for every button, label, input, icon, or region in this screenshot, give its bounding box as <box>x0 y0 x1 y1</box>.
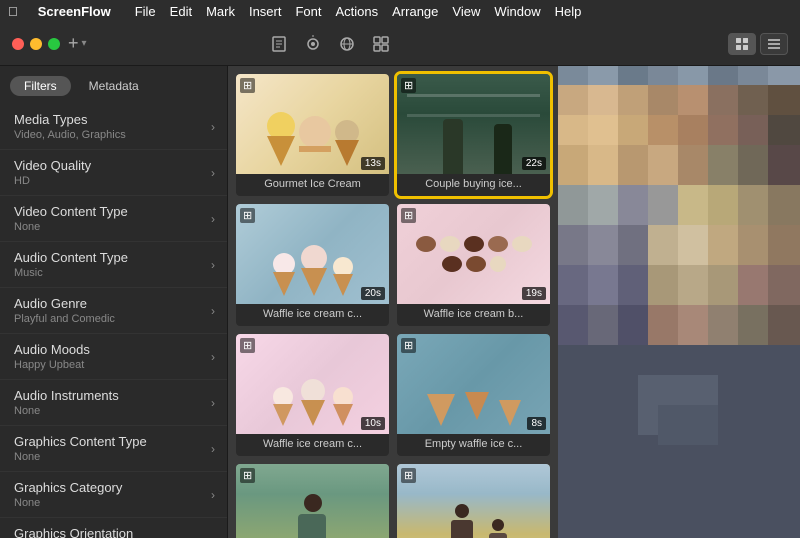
media-thumbnail: ⊞ 23s <box>236 464 389 538</box>
sidebar: Filters Metadata Media Types Video, Audi… <box>0 66 228 538</box>
chevron-right-icon: › <box>211 350 215 364</box>
video-icon-overlay: ⊞ <box>401 78 416 93</box>
apple-menu[interactable]:  <box>8 4 18 19</box>
list-item[interactable]: ⊞ 20s Waffle ice cream c... <box>236 204 389 326</box>
video-icon-overlay: ⊞ <box>240 468 255 483</box>
video-icon-overlay: ⊞ <box>401 338 416 353</box>
chevron-right-icon: › <box>211 442 215 456</box>
video-icon-overlay: ⊞ <box>240 338 255 353</box>
toolbar: + ▾ <box>0 22 800 66</box>
chevron-right-icon: › <box>211 534 215 538</box>
media-title: Gourmet Ice Cream <box>236 174 389 196</box>
list-item[interactable]: ⊞ 23s Woman eating ice... <box>236 464 389 538</box>
sidebar-item-media-types[interactable]: Media Types Video, Audio, Graphics › <box>0 104 227 150</box>
list-item[interactable]: ⊞ 22s Couple buying ice... <box>397 74 550 196</box>
media-thumbnail: ⊞ 19s <box>397 204 550 304</box>
list-view-button[interactable] <box>760 33 788 55</box>
list-item[interactable]: ⊞ 10s Waffle ice cream c... <box>236 334 389 456</box>
sidebar-item-audio-moods[interactable]: Audio Moods Happy Upbeat › <box>0 334 227 380</box>
media-thumbnail: ⊞ 13s <box>236 74 389 174</box>
chevron-right-icon: › <box>211 120 215 134</box>
media-duration: 8s <box>527 417 546 430</box>
media-title: Couple buying ice... <box>397 174 550 196</box>
menu-actions[interactable]: Actions <box>336 4 379 19</box>
main-content: Filters Metadata Media Types Video, Audi… <box>0 66 800 538</box>
menu-edit[interactable]: Edit <box>170 4 192 19</box>
menu-arrange[interactable]: Arrange <box>392 4 438 19</box>
sidebar-tabs: Filters Metadata <box>0 66 227 104</box>
chevron-right-icon: › <box>211 304 215 318</box>
sidebar-item-audio-instruments[interactable]: Audio Instruments None › <box>0 380 227 426</box>
app-name: ScreenFlow <box>38 4 111 19</box>
video-icon-overlay: ⊞ <box>240 78 255 93</box>
grid-view-button[interactable] <box>728 33 756 55</box>
media-grid: ⊞ 13s Gourmet Ice Cream <box>236 74 550 538</box>
view-toggle-buttons <box>728 33 788 55</box>
sidebar-item-video-content-type[interactable]: Video Content Type None › <box>0 196 227 242</box>
menu-window[interactable]: Window <box>494 4 540 19</box>
maximize-button[interactable] <box>48 38 60 50</box>
media-icon-grid[interactable] <box>367 30 395 58</box>
sidebar-item-graphics-orientation[interactable]: Graphics Orientation None › <box>0 518 227 538</box>
chevron-right-icon: › <box>211 166 215 180</box>
media-thumbnail: ⊞ 10s <box>236 334 389 434</box>
tab-metadata[interactable]: Metadata <box>75 76 153 96</box>
tab-filters[interactable]: Filters <box>10 76 71 96</box>
traffic-lights <box>12 38 60 50</box>
add-button[interactable]: + ▾ <box>68 33 87 54</box>
chevron-right-icon: › <box>211 258 215 272</box>
video-icon-overlay: ⊞ <box>401 468 416 483</box>
minimize-button[interactable] <box>30 38 42 50</box>
chocolates-display <box>397 221 550 287</box>
menu-bar:  ScreenFlow File Edit Mark Insert Font … <box>0 0 800 22</box>
close-button[interactable] <box>12 38 24 50</box>
chevron-right-icon: › <box>211 396 215 410</box>
menu-file[interactable]: File <box>135 4 156 19</box>
media-title: Waffle ice cream c... <box>236 434 389 456</box>
menu-font[interactable]: Font <box>295 4 321 19</box>
sidebar-item-graphics-category[interactable]: Graphics Category None › <box>0 472 227 518</box>
plus-icon: + <box>68 33 79 54</box>
add-chevron-icon: ▾ <box>82 38 87 49</box>
media-title: Waffle ice cream b... <box>397 304 550 326</box>
media-duration: 10s <box>361 417 385 430</box>
menu-items: File Edit Mark Insert Font Actions Arran… <box>135 4 582 19</box>
list-item[interactable]: ⊞ 8s Empty waffle ice c... <box>397 334 550 456</box>
menu-view[interactable]: View <box>452 4 480 19</box>
media-icon-document[interactable] <box>265 30 293 58</box>
media-type-buttons <box>265 30 395 58</box>
sidebar-item-audio-genre[interactable]: Audio Genre Playful and Comedic › <box>0 288 227 334</box>
menu-help[interactable]: Help <box>555 4 582 19</box>
list-item[interactable]: ⊞ 6s Father and son eat... <box>397 464 550 538</box>
media-thumbnail: ⊞ 6s <box>397 464 550 538</box>
media-duration: 22s <box>522 157 546 170</box>
media-thumbnail: ⊞ 22s <box>397 74 550 174</box>
list-item[interactable]: ⊞ 19s Waffle ice cream b... <box>397 204 550 326</box>
chevron-right-icon: › <box>211 212 215 226</box>
sidebar-item-audio-content-type[interactable]: Audio Content Type Music › <box>0 242 227 288</box>
video-icon-overlay: ⊞ <box>240 208 255 223</box>
sidebar-item-graphics-content-type[interactable]: Graphics Content Type None › <box>0 426 227 472</box>
preview-image <box>558 66 800 538</box>
media-title: Waffle ice cream c... <box>236 304 389 326</box>
media-duration: 13s <box>361 157 385 170</box>
menu-mark[interactable]: Mark <box>206 4 235 19</box>
media-duration: 19s <box>522 287 546 300</box>
media-icon-globe[interactable] <box>333 30 361 58</box>
media-thumbnail: ⊞ 8s <box>397 334 550 434</box>
sidebar-item-video-quality[interactable]: Video Quality HD › <box>0 150 227 196</box>
menu-insert[interactable]: Insert <box>249 4 282 19</box>
video-icon-overlay: ⊞ <box>401 208 416 223</box>
media-duration: 20s <box>361 287 385 300</box>
list-item[interactable]: ⊞ 13s Gourmet Ice Cream <box>236 74 389 196</box>
media-icon-audio[interactable] <box>299 30 327 58</box>
media-title: Empty waffle ice c... <box>397 434 550 456</box>
media-thumbnail: ⊞ 20s <box>236 204 389 304</box>
preview-panel <box>558 66 800 538</box>
media-grid-area: ⊞ 13s Gourmet Ice Cream <box>228 66 558 538</box>
chevron-right-icon: › <box>211 488 215 502</box>
